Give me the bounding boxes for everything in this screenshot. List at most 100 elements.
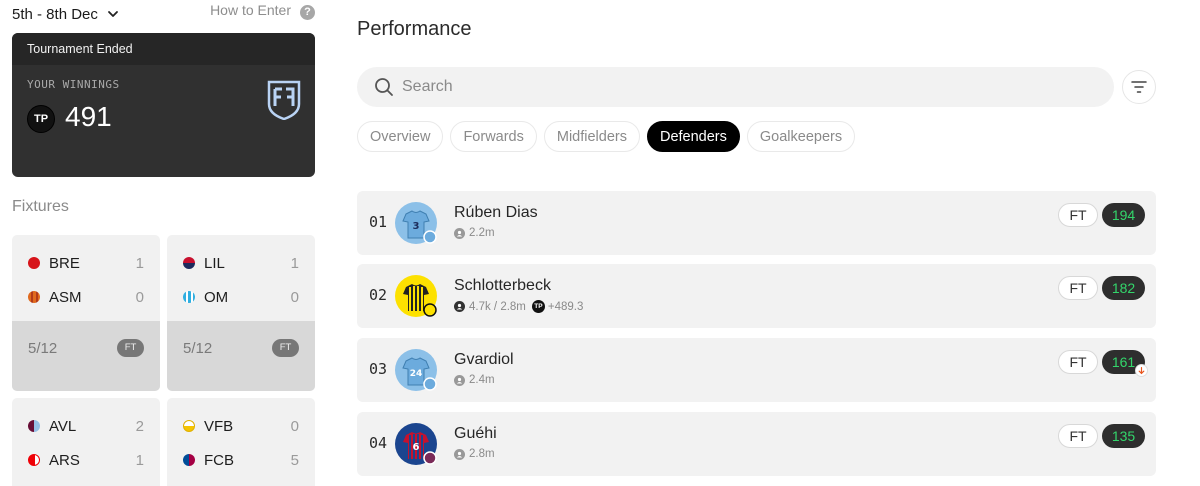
team-name: ASM xyxy=(49,288,82,306)
fixture-away-row: ASM 0 xyxy=(28,287,144,307)
vfb-crest-icon xyxy=(183,420,195,432)
fixture-date: 5/12 xyxy=(28,340,58,357)
fixture-status-badge: FT xyxy=(117,339,144,357)
player-meta: 2.8m xyxy=(454,448,495,460)
tab-overview[interactable]: Overview xyxy=(357,121,444,152)
chevron-down-icon xyxy=(107,11,118,17)
points-badge: 182 xyxy=(1102,276,1145,300)
search-input[interactable] xyxy=(402,77,1082,97)
fixture-home-row: VFB 0 xyxy=(183,416,299,436)
tp-icon: TP xyxy=(531,300,545,313)
date-range-label: 5th - 8th Dec xyxy=(12,5,98,23)
fixture-footer: 5/12 FT xyxy=(167,321,315,391)
fixture-away-row: ARS 1 xyxy=(28,450,144,470)
player-kit-avatar: 3 xyxy=(395,202,437,244)
points-badge: 135 xyxy=(1102,424,1145,448)
search-bar[interactable] xyxy=(357,67,1114,107)
team-score: 0 xyxy=(135,288,144,306)
ars-crest-icon xyxy=(28,454,40,466)
tp-currency-icon: TP xyxy=(27,105,55,133)
ownership-value: 2.2m xyxy=(469,227,495,239)
fixture-date: 5/12 xyxy=(183,340,213,357)
match-status-badge: FT xyxy=(1058,424,1098,448)
team-score: 1 xyxy=(135,254,144,272)
fixture-card[interactable]: AVL 2 ARS 1 xyxy=(12,398,160,486)
ownership-value: 2.8m xyxy=(469,448,495,460)
player-name: Schlotterbeck xyxy=(454,277,551,294)
fixture-away-row: FCB 5 xyxy=(183,450,299,470)
player-rank: 02 xyxy=(369,286,388,304)
search-icon xyxy=(375,78,393,96)
player-row[interactable]: 04 6 Guéhi 2.8m FT 135 xyxy=(357,412,1156,476)
player-rank: 01 xyxy=(369,213,388,231)
winnings-card: Tournament Ended YOUR WINNINGS TP 491 xyxy=(12,33,315,177)
filter-button[interactable] xyxy=(1122,70,1156,104)
filter-icon xyxy=(1131,81,1147,93)
player-meta: 2.2m xyxy=(454,227,495,239)
player-name: Gvardiol xyxy=(454,351,514,368)
team-name: AVL xyxy=(49,417,77,435)
player-row[interactable]: 02 Schlotterbeck 4.7k / 2.8m TP +489.3 F… xyxy=(357,264,1156,328)
team-score: 2 xyxy=(135,417,144,435)
help-icon[interactable]: ? xyxy=(300,5,315,20)
player-rank: 03 xyxy=(369,360,388,378)
player-meta: 2.4m xyxy=(454,374,495,386)
fixture-card[interactable]: VFB 0 FCB 5 xyxy=(167,398,315,486)
team-score: 0 xyxy=(290,417,299,435)
team-name: VFB xyxy=(204,417,234,435)
ownership-value: 2.4m xyxy=(469,374,495,386)
svg-text:6: 6 xyxy=(413,442,420,453)
page-title: Performance xyxy=(357,18,472,40)
match-status-badge: FT xyxy=(1058,276,1098,300)
player-kit-avatar: 24 xyxy=(395,349,437,391)
fixture-home-row: AVL 2 xyxy=(28,416,144,436)
winnings-value: 491 xyxy=(65,101,112,132)
ownership-value: 4.7k / 2.8m xyxy=(469,300,526,313)
winnings-label: YOUR WINNINGS xyxy=(27,78,120,91)
team-score: 1 xyxy=(290,254,299,272)
fixtures-title: Fixtures xyxy=(12,198,69,215)
left-panel: 5th - 8th Dec How to Enter ? Tournament … xyxy=(12,0,315,486)
points-badge: 194 xyxy=(1102,203,1145,227)
player-kit-avatar: 6 xyxy=(395,423,437,465)
bre-crest-icon xyxy=(28,257,40,269)
fixture-card[interactable]: LIL 1 OM 0 5/12 FT xyxy=(167,235,315,391)
player-rank: 04 xyxy=(369,434,388,452)
tab-defenders[interactable]: Defenders xyxy=(646,121,740,152)
tournament-status: Tournament Ended xyxy=(12,33,315,65)
player-name: Guéhi xyxy=(454,425,497,442)
team-name: LIL xyxy=(204,254,225,272)
managers-icon xyxy=(454,227,465,239)
team-score: 1 xyxy=(135,451,144,469)
fixture-home-row: BRE 1 xyxy=(28,253,144,273)
player-row[interactable]: 01 3 Rúben Dias 2.2m FT 194 xyxy=(357,191,1156,255)
asm-crest-icon xyxy=(28,291,40,303)
team-name: BRE xyxy=(49,254,80,272)
lil-crest-icon xyxy=(183,257,195,269)
managers-icon xyxy=(454,374,465,386)
match-status-badge: FT xyxy=(1058,203,1098,227)
managers-icon xyxy=(454,301,465,312)
player-meta: 4.7k / 2.8m TP +489.3 xyxy=(454,300,583,313)
tab-midfielders[interactable]: Midfielders xyxy=(543,121,640,152)
managers-icon xyxy=(454,448,465,460)
player-kit-avatar xyxy=(395,275,437,317)
position-tabs: Overview Forwards Midfielders Defenders … xyxy=(357,121,856,152)
fixture-card[interactable]: BRE 1 ASM 0 5/12 FT xyxy=(12,235,160,391)
team-score: 0 xyxy=(290,288,299,306)
fcb-crest-icon xyxy=(183,454,195,466)
fixture-footer: 5/12 FT xyxy=(12,321,160,391)
team-score: 5 xyxy=(290,451,299,469)
team-name: OM xyxy=(204,288,229,306)
tp-earned-value: +489.3 xyxy=(547,300,584,313)
avl-crest-icon xyxy=(28,420,40,432)
tab-goalkeepers[interactable]: Goalkeepers xyxy=(746,121,856,152)
tab-forwards[interactable]: Forwards xyxy=(450,121,537,152)
player-row[interactable]: 03 24 Gvardiol 2.4m FT 161 xyxy=(357,338,1156,402)
arrow-down-icon xyxy=(1135,364,1148,377)
fixture-home-row: LIL 1 xyxy=(183,253,299,273)
performance-panel: Performance Overview Forwards Midfielder… xyxy=(357,0,1157,486)
team-name: ARS xyxy=(49,451,80,469)
svg-text:24: 24 xyxy=(410,369,423,379)
how-to-enter-link[interactable]: How to Enter xyxy=(210,2,291,18)
